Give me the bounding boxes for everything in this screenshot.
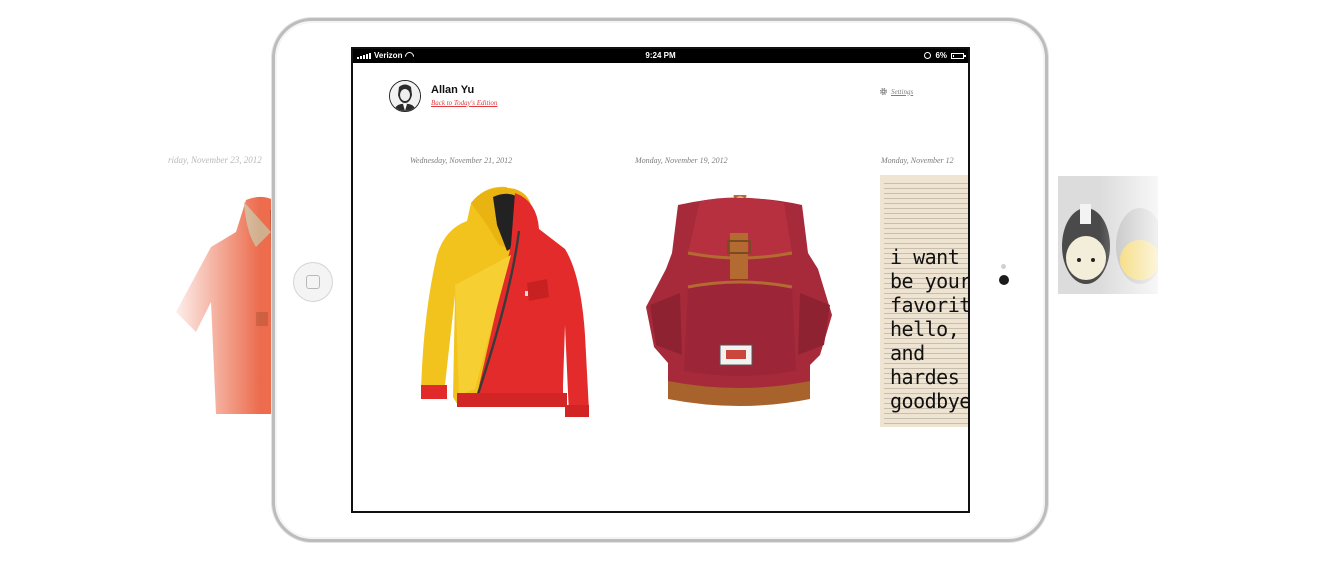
hoodie-image[interactable] (415, 185, 593, 423)
back-to-today-link[interactable]: Back to Today's Edition (431, 99, 497, 107)
background-date-label: riday, November 23, 2012 (168, 155, 262, 165)
status-right: 6% (924, 51, 966, 60)
background-right-fade (1100, 170, 1170, 300)
battery-level (953, 54, 954, 57)
avatar[interactable] (389, 80, 421, 112)
rotation-lock-icon (924, 52, 932, 59)
battery-percent: 6% (935, 51, 947, 60)
settings-label: Settings (891, 87, 914, 96)
book-quote-text: i want be your favorit hello, and hardes… (890, 245, 970, 413)
status-bar: Verizon 9:24 PM 6% (353, 49, 968, 63)
gear-icon (879, 87, 888, 96)
stage: riday, November 23, 2012 Verizon 9:24 PM… (0, 0, 1320, 566)
front-camera (999, 275, 1009, 285)
ambient-sensor (1001, 264, 1006, 269)
home-button[interactable] (293, 262, 333, 302)
background-left-fade (170, 188, 260, 418)
tablet-screen: Verizon 9:24 PM 6% Allan Yu Back to Toda… (351, 47, 970, 513)
book-quote-image[interactable]: i want be your favorit hello, and hardes… (880, 175, 970, 427)
user-name: Allan Yu (431, 84, 475, 96)
settings-button[interactable]: Settings (879, 87, 913, 96)
backpack-image[interactable] (640, 195, 840, 410)
status-time: 9:24 PM (645, 51, 676, 60)
edition-date: Monday, November 12 (881, 156, 954, 165)
edition-date: Monday, November 19, 2012 (635, 156, 728, 165)
edition-date: Wednesday, November 21, 2012 (410, 156, 513, 165)
battery-icon (951, 52, 966, 59)
